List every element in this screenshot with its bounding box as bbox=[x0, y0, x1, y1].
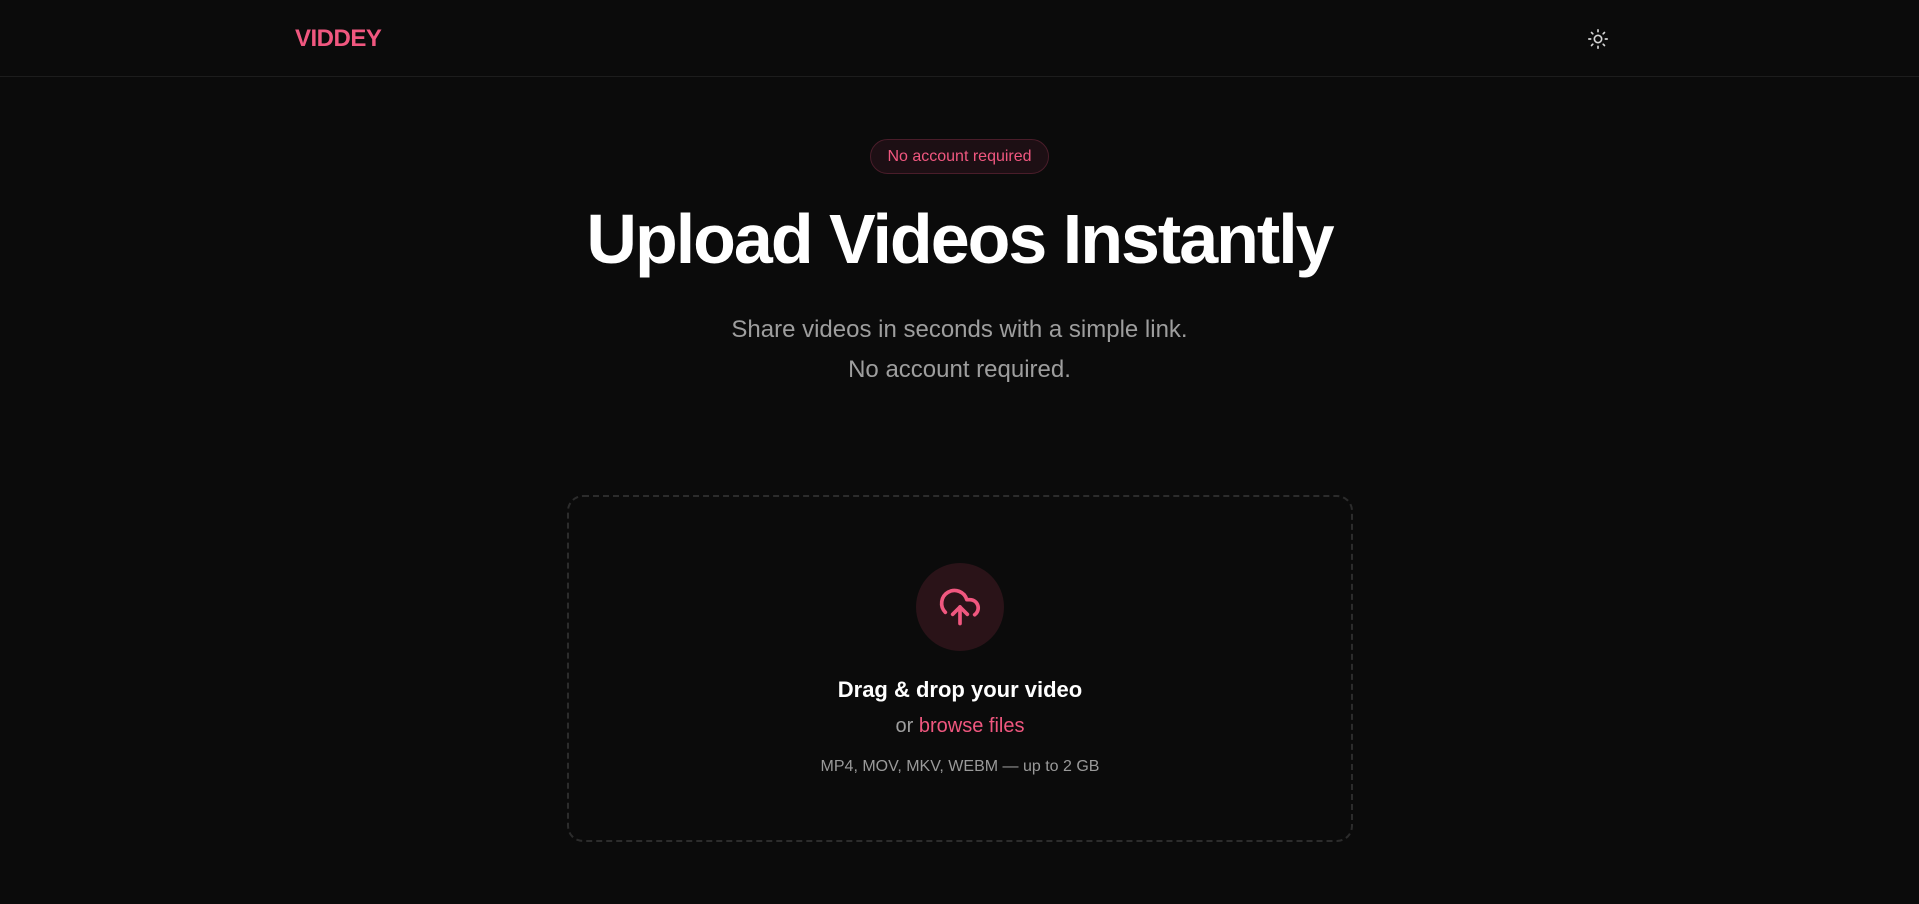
cloud-upload-icon bbox=[939, 588, 980, 626]
upload-icon-circle bbox=[916, 563, 1004, 651]
hero-section: No account required Upload Videos Instan… bbox=[0, 139, 1919, 390]
top-navbar: VIDDEY bbox=[0, 0, 1919, 77]
sun-icon bbox=[1588, 29, 1608, 49]
hero-subtitle-line-1: Share videos in seconds with a simple li… bbox=[731, 316, 1188, 343]
theme-toggle-button[interactable] bbox=[1584, 25, 1612, 53]
hero-subtitle-line-2: No account required. bbox=[848, 356, 1071, 383]
supported-formats-text: MP4, MOV, MKV, WEBM — up to 2 GB bbox=[820, 758, 1100, 775]
page-title: Upload Videos Instantly bbox=[586, 200, 1334, 278]
dropzone-or-text: or bbox=[895, 715, 914, 737]
dropzone-title: Drag & drop your video bbox=[837, 677, 1083, 702]
browse-files-link[interactable]: browse files bbox=[919, 715, 1025, 737]
dropzone-or-line: or browse files bbox=[896, 715, 1025, 738]
no-account-badge: No account required bbox=[870, 139, 1049, 174]
brand-logo[interactable]: VIDDEY bbox=[295, 25, 382, 53]
video-dropzone[interactable]: Drag & drop your video or browse files M… bbox=[567, 495, 1353, 842]
hero-subtitle: Share videos in seconds with a simple li… bbox=[731, 310, 1187, 390]
